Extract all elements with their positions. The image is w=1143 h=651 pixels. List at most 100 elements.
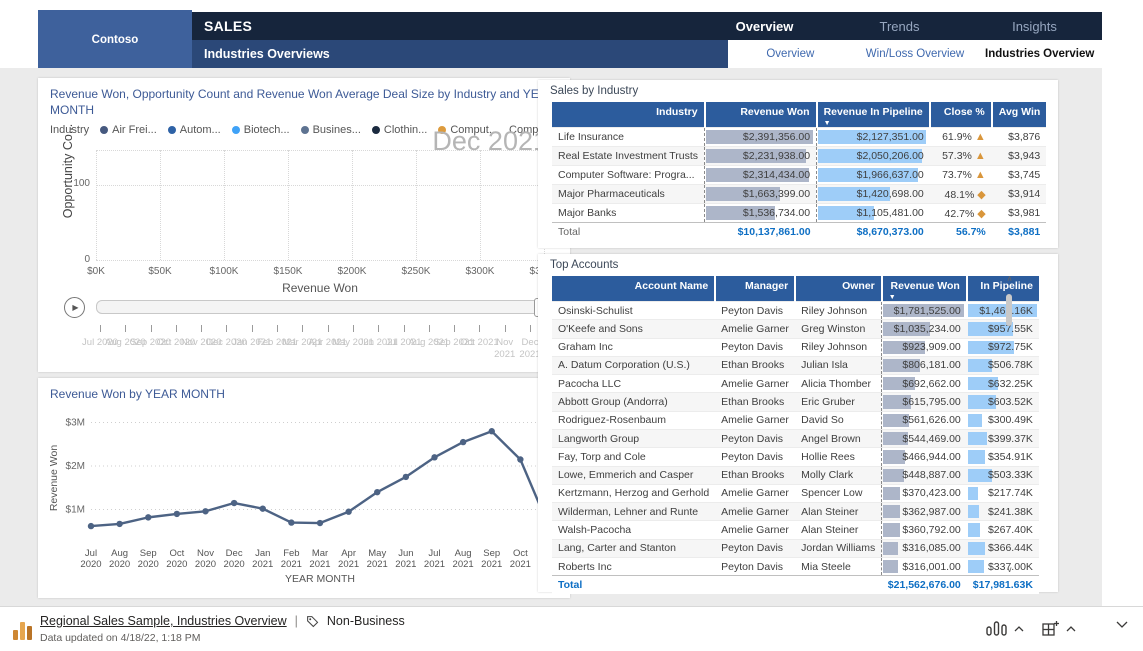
page-tab-overview[interactable]: Overview bbox=[728, 48, 853, 60]
table-row[interactable]: Roberts IncPeyton DavisMia Steele$316,00… bbox=[552, 557, 1039, 575]
table-row[interactable]: Langworth GroupPeyton DavisAngel Brown$5… bbox=[552, 429, 1039, 447]
page-tab-win-loss-overview[interactable]: Win/Loss Overview bbox=[853, 48, 978, 60]
add-widget-toggle[interactable] bbox=[1042, 621, 1076, 636]
play-axis-tick bbox=[176, 325, 177, 332]
value-cell: $1,536,734.00 bbox=[705, 204, 817, 223]
line-x-tick: 2021 bbox=[281, 559, 302, 570]
table-row[interactable]: Kertzmann, Herzog and GerholdAmelie Garn… bbox=[552, 484, 1039, 502]
play-axis-slider[interactable] bbox=[96, 300, 544, 314]
cell-value: $806,181.00 bbox=[888, 359, 961, 371]
industry-cell: Major Banks bbox=[552, 204, 705, 223]
cell-value: $1,966,637.00 bbox=[823, 169, 924, 181]
legend-item-busines[interactable]: Busines... bbox=[301, 124, 361, 136]
play-button[interactable]: ▶ bbox=[64, 297, 85, 318]
play-axis-tick bbox=[429, 325, 430, 332]
legend-item-biotech[interactable]: Biotech... bbox=[232, 124, 290, 136]
table-row[interactable]: Major Banks$1,536,734.00$1,105,481.0042.… bbox=[552, 204, 1046, 223]
scrollbar-up-icon[interactable]: ∧ bbox=[1004, 274, 1015, 283]
column-header-industry[interactable]: Industry bbox=[552, 102, 705, 128]
account-cell: Fay, Torp and Cole bbox=[552, 448, 715, 466]
legend-item-air-frei[interactable]: Air Frei... bbox=[100, 124, 157, 136]
table-row[interactable]: Fay, Torp and ColePeyton DavisHollie Ree… bbox=[552, 448, 1039, 466]
table-row[interactable]: Lowe, Emmerich and CasperEthan BrooksMol… bbox=[552, 466, 1039, 484]
table-row[interactable]: Life Insurance$2,391,356.00$2,127,351.00… bbox=[552, 128, 1046, 147]
gridline bbox=[352, 150, 353, 260]
cell-value: $267.40K bbox=[973, 524, 1033, 536]
page-title: Industries Overviews bbox=[204, 47, 330, 61]
legend-item-autom[interactable]: Autom... bbox=[168, 124, 221, 136]
table-row[interactable]: Wilderman, Lehner and RunteAmelie Garner… bbox=[552, 503, 1039, 521]
table-header-row: Account NameManagerOwnerRevenue Won▼In P… bbox=[552, 276, 1039, 302]
gridline bbox=[480, 150, 481, 260]
scatter-plot-area[interactable] bbox=[96, 150, 544, 260]
value-cell: $632.25K bbox=[967, 375, 1039, 393]
value-cell: $300.49K bbox=[967, 411, 1039, 429]
scatter-x-tick: $150K bbox=[274, 266, 303, 277]
line-x-tick: Mar bbox=[312, 548, 328, 559]
column-header-owner[interactable]: Owner bbox=[795, 276, 882, 302]
table-row[interactable]: Lang, Carter and StantonPeyton DavisJord… bbox=[552, 539, 1039, 557]
industry-cell: Real Estate Investment Trusts bbox=[552, 147, 705, 166]
play-axis-frame-label: Dec 2021 bbox=[432, 126, 548, 157]
column-header-manager[interactable]: Manager bbox=[715, 276, 795, 302]
line-x-tick: Nov bbox=[197, 548, 214, 559]
play-axis-tick bbox=[378, 325, 379, 332]
data-updated-text: Data updated on 4/18/22, 1:18 PM bbox=[40, 632, 201, 644]
scrollbar-down-icon[interactable]: ∨ bbox=[1004, 565, 1015, 574]
line-chart-plot-area[interactable]: $3M$2M$1MJul2020Aug2020Sep2020Oct2020Nov… bbox=[43, 406, 565, 594]
top-tab-overview[interactable]: Overview bbox=[697, 12, 832, 40]
cell-value: $632.25K bbox=[973, 378, 1033, 390]
cell-value: $506.78K bbox=[973, 359, 1033, 371]
column-header-revenue-won[interactable]: Revenue Won▼ bbox=[882, 276, 967, 302]
grid-add-icon bbox=[1042, 621, 1059, 636]
table-row[interactable]: Osinski-SchulistPeyton DavisRiley Johnso… bbox=[552, 302, 1039, 320]
owner-cell: Alan Steiner bbox=[795, 503, 882, 521]
value-cell: $923,909.00 bbox=[882, 338, 967, 356]
value-cell: $316,085.00 bbox=[882, 539, 967, 557]
cell-value: $615,795.00 bbox=[888, 396, 961, 408]
cell-value: $544,469.00 bbox=[888, 433, 961, 445]
column-header-in-pipeline[interactable]: In Pipeline bbox=[967, 276, 1039, 302]
cell-value: $362,987.00 bbox=[888, 506, 961, 518]
table-scrollbar[interactable]: ∧ ∨ bbox=[1004, 274, 1015, 574]
table-row[interactable]: Computer Software: Progra...$2,314,434.0… bbox=[552, 166, 1046, 185]
column-header-revenue-won[interactable]: Revenue Won bbox=[705, 102, 817, 128]
cell-value: $337.00K bbox=[973, 561, 1033, 573]
play-axis-tick bbox=[201, 325, 202, 332]
column-header-revenue-in-pipeline[interactable]: Revenue In Pipeline▼ bbox=[817, 102, 930, 128]
table-row[interactable]: Graham IncPeyton DavisRiley Johnson$923,… bbox=[552, 338, 1039, 356]
account-cell: O'Keefe and Sons bbox=[552, 320, 715, 338]
column-header-avg-win[interactable]: Avg Win bbox=[992, 102, 1047, 128]
visuals-pane-toggle[interactable] bbox=[986, 621, 1024, 636]
report-breadcrumb-link[interactable]: Regional Sales Sample, Industries Overvi… bbox=[40, 614, 287, 628]
column-header-close[interactable]: Close % bbox=[930, 102, 992, 128]
table-row[interactable]: Major Pharmaceuticals$1,663,399.00$1,420… bbox=[552, 185, 1046, 204]
top-tab-trends[interactable]: Trends bbox=[832, 12, 967, 40]
brand-logo: Contoso bbox=[38, 10, 192, 70]
table-row[interactable]: Abbott Group (Andorra)Ethan BrooksEric G… bbox=[552, 393, 1039, 411]
page-title-bar: Industries Overviews bbox=[192, 40, 728, 68]
table-row[interactable]: Rodriguez-RosenbaumAmelie GarnerDavid So… bbox=[552, 411, 1039, 429]
column-header-account-name[interactable]: Account Name bbox=[552, 276, 715, 302]
cell-value: $360,792.00 bbox=[888, 524, 961, 536]
table-row[interactable]: Walsh-PacochaAmelie GarnerAlan Steiner$3… bbox=[552, 521, 1039, 539]
sales-by-industry-title: Sales by Industry bbox=[550, 85, 638, 97]
table-row[interactable]: Pacocha LLCAmelie GarnerAlicia Thomber$6… bbox=[552, 375, 1039, 393]
table-row[interactable]: A. Datum Corporation (U.S.)Ethan BrooksJ… bbox=[552, 356, 1039, 374]
value-cell: $360,792.00 bbox=[882, 521, 967, 539]
value-cell: $2,314,434.00 bbox=[705, 166, 817, 185]
report-title: SALES bbox=[192, 18, 252, 34]
manager-cell: Peyton Davis bbox=[715, 539, 795, 557]
play-axis-tick bbox=[505, 325, 506, 332]
page-tab-industries-overview[interactable]: Industries Overview bbox=[977, 48, 1102, 60]
collapse-footer-button[interactable] bbox=[1116, 621, 1128, 628]
manager-cell: Amelie Garner bbox=[715, 503, 795, 521]
manager-cell: Ethan Brooks bbox=[715, 466, 795, 484]
scrollbar-thumb[interactable] bbox=[1006, 294, 1012, 326]
play-axis-tick bbox=[277, 325, 278, 332]
table-row[interactable]: Real Estate Investment Trusts$2,231,938.… bbox=[552, 147, 1046, 166]
play-axis-tick bbox=[252, 325, 253, 332]
legend-item-clothin[interactable]: Clothin... bbox=[372, 124, 427, 136]
top-tab-insights[interactable]: Insights bbox=[967, 12, 1102, 40]
table-row[interactable]: O'Keefe and SonsAmelie GarnerGreg Winsto… bbox=[552, 320, 1039, 338]
